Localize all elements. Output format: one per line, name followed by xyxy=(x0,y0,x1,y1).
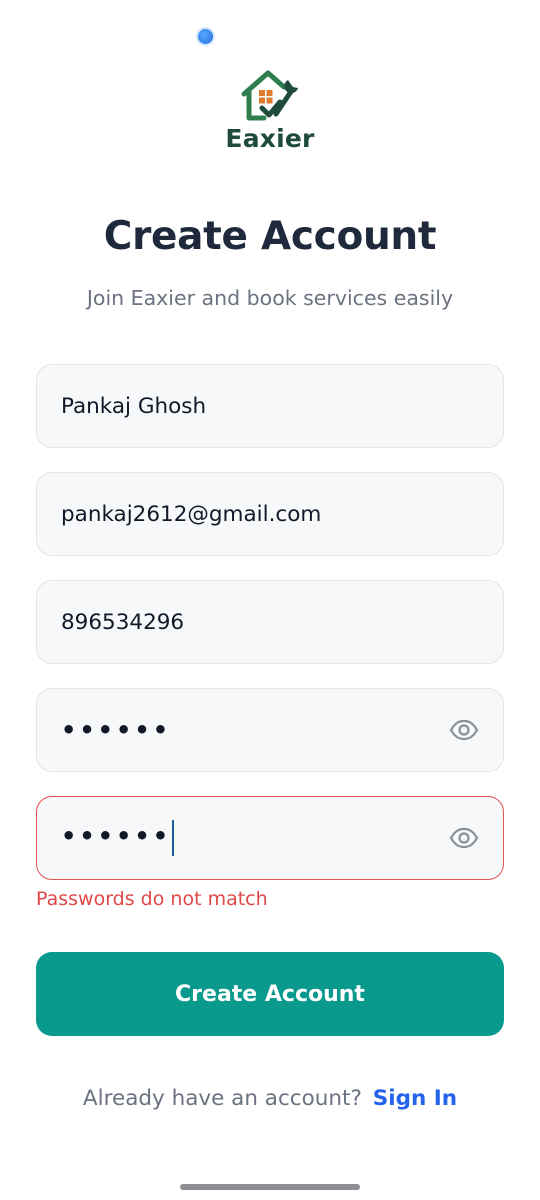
brand-name: Eaxier xyxy=(225,124,315,153)
confirm-password-field[interactable]: •••••• xyxy=(36,796,504,880)
app-logo: Eaxier xyxy=(0,68,540,153)
house-wrench-icon xyxy=(241,70,298,121)
page-title: Create Account xyxy=(103,214,437,259)
full-name-value: Pankaj Ghosh xyxy=(61,393,207,419)
eye-icon[interactable] xyxy=(449,715,479,745)
text-cursor xyxy=(172,820,175,856)
phone-value: 896534296 xyxy=(61,609,185,635)
full-name-field[interactable]: Pankaj Ghosh xyxy=(36,364,504,448)
confirm-password-input-area: •••••• xyxy=(61,820,449,856)
password-mismatch-error: Passwords do not match xyxy=(36,888,268,910)
signin-prompt-text: Already have an account? xyxy=(82,1086,362,1111)
page-subtitle: Join Eaxier and book services easily xyxy=(86,286,454,310)
home-indicator[interactable] xyxy=(180,1184,360,1190)
confirm-password-value: •••••• xyxy=(61,822,172,850)
signin-link[interactable]: Sign In xyxy=(373,1086,457,1111)
create-account-button[interactable]: Create Account xyxy=(36,952,504,1036)
email-value: pankaj2612@gmail.com xyxy=(61,501,322,527)
status-indicator-icon xyxy=(198,29,213,44)
eye-icon[interactable] xyxy=(449,823,479,853)
signin-prompt: Already have an account? Sign In xyxy=(0,1086,540,1111)
email-field[interactable]: pankaj2612@gmail.com xyxy=(36,472,504,556)
password-field[interactable]: •••••• xyxy=(36,688,504,772)
password-value: •••••• xyxy=(61,716,172,744)
phone-field[interactable]: 896534296 xyxy=(36,580,504,664)
